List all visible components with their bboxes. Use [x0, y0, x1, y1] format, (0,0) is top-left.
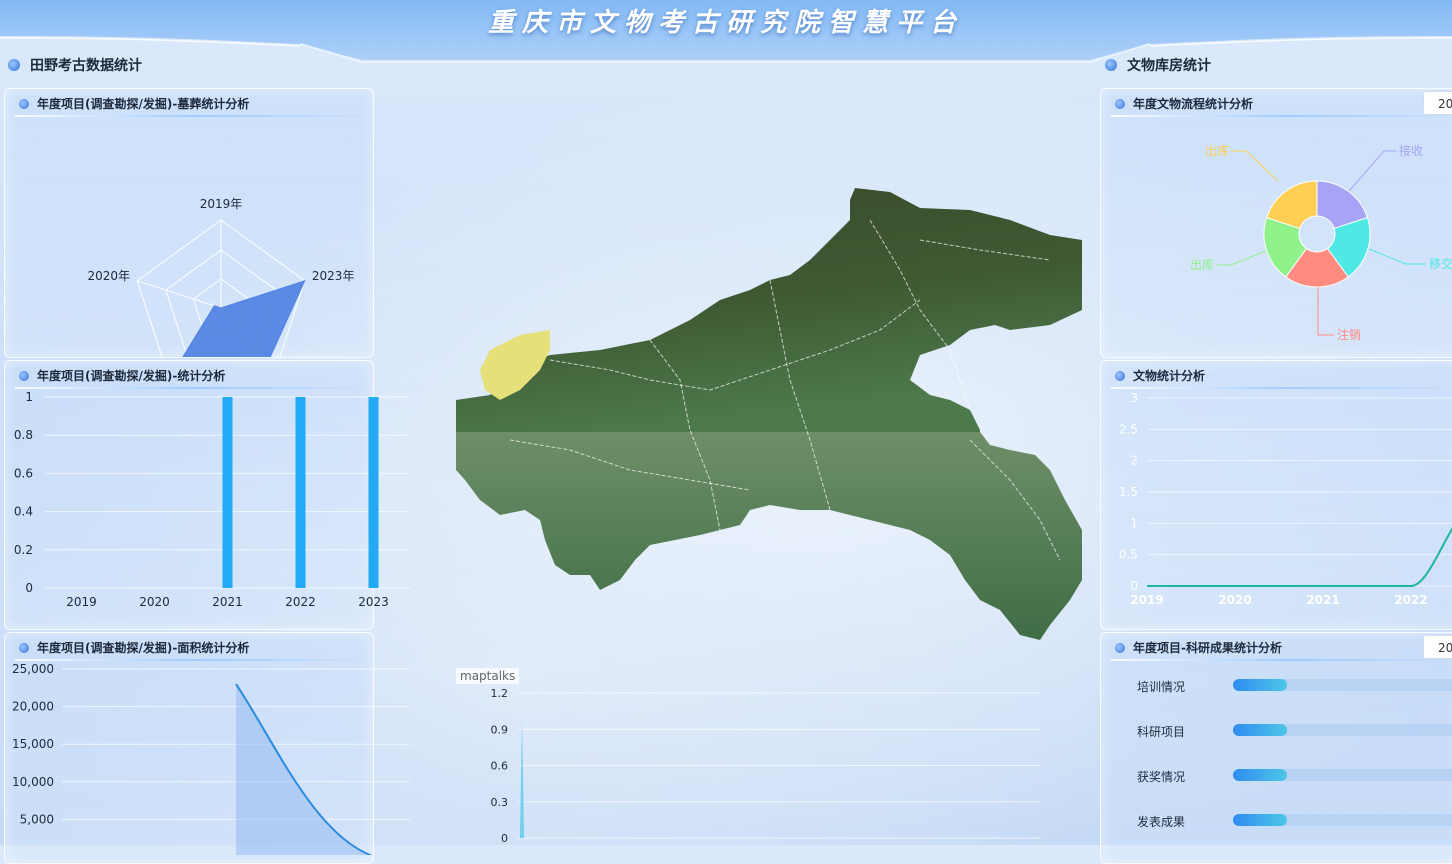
research-panel-title: 年度项目-科研成果统计分析: [1133, 641, 1282, 655]
right-section-title-text: 文物库房统计: [1127, 58, 1211, 74]
research-fill: [1233, 679, 1287, 691]
bar-x-tick: 2021: [212, 595, 243, 609]
bar-x-tick: 2020: [139, 595, 170, 609]
pie-panel: 年度文物流程统计分析 2022 接收移交注销出库出库: [1100, 88, 1452, 358]
radar-series-area: [182, 279, 306, 357]
chongqing-map[interactable]: [450, 180, 1090, 650]
bottom-y-tick: 0.3: [491, 796, 509, 809]
pie-label: 接收: [1399, 143, 1423, 158]
radar-panel: 年度项目(调查勘探/发掘)-墓葬统计分析 2019年2023年2022年2021…: [4, 88, 374, 358]
line-x-tick: 2021: [1306, 593, 1339, 607]
pie-label: 出库: [1190, 257, 1214, 272]
pie-chart: 接收移交注销出库出库: [1190, 143, 1452, 342]
line-y-tick: 1.5: [1119, 485, 1138, 499]
left-section-title-text: 田野考古数据统计: [30, 58, 142, 74]
area-y-tick: 15,000: [12, 737, 54, 751]
research-fill: [1233, 814, 1287, 826]
area-panel-title: 年度项目(调查勘探/发掘)-面积统计分析: [37, 641, 250, 655]
pie-label: 出库: [1205, 143, 1229, 158]
area-y-tick: 25,000: [12, 662, 54, 676]
line-x-tick: 2020: [1218, 593, 1251, 607]
pie-label-line: [1216, 250, 1267, 266]
bar-y-tick: 0.4: [14, 505, 33, 519]
research-row: 科研项目: [1137, 723, 1452, 740]
research-label: 培训情况: [1137, 680, 1186, 694]
area-panel-header: 年度项目(调查勘探/发掘)-面积统计分析: [19, 639, 249, 656]
bullet-icon: [1105, 59, 1117, 71]
radar-indicator-label: 2020年: [88, 269, 131, 283]
radar-indicator-label: 2023年: [312, 269, 355, 283]
research-track: [1233, 769, 1452, 781]
research-label: 科研项目: [1137, 725, 1186, 739]
line-x-tick: 2019: [1130, 593, 1163, 607]
pie-label: 注销: [1337, 327, 1361, 342]
map-south: [456, 432, 1082, 640]
bottom-y-tick: 1.2: [491, 687, 509, 700]
bar-x-tick: 2023: [358, 595, 389, 609]
line-y-tick: 2.5: [1119, 422, 1138, 436]
line-y-tick: 0: [1130, 579, 1138, 593]
bar: [368, 397, 379, 588]
header: 重庆市文物考古研究院智慧平台: [0, 0, 1452, 70]
research-panel: 年度项目-科研成果统计分析 2023 培训情况 科研项目 获奖情况 发表成果: [1100, 632, 1452, 864]
line-y-tick: 1: [1130, 516, 1138, 530]
page-title: 重庆市文物考古研究院智慧平台: [487, 8, 964, 38]
map-attribution[interactable]: maptalks: [456, 668, 520, 684]
line-y-tick: 2: [1130, 454, 1138, 468]
left-section-title: 田野考古数据统计: [8, 55, 142, 75]
bottom-y-tick: 0.9: [491, 723, 509, 736]
line-chart: 0 0.5 1 1.5 2 2.5 3 2019 2020 2021 2022: [1119, 391, 1452, 607]
bar-y-tick: 0.2: [14, 543, 33, 557]
research-track: [1233, 724, 1452, 736]
bullet-icon: [8, 59, 20, 71]
line-panel: 文物统计分析 0 0.5 1 1.5 2 2.5 3 2019 2020 2021 2022: [1100, 360, 1452, 630]
area-y-tick: 10,000: [12, 775, 54, 789]
bullet-icon: [19, 642, 29, 653]
research-panel-header: 年度项目-科研成果统计分析: [1115, 639, 1282, 656]
bar-y-tick: 0: [25, 581, 33, 595]
research-fill: [1233, 769, 1287, 781]
research-track: [1233, 679, 1452, 691]
bar: [295, 397, 306, 588]
bottom-spike: [520, 717, 524, 838]
pie-label-line: [1348, 150, 1397, 192]
area-fill: [236, 684, 371, 855]
right-section-title: 文物库房统计: [1105, 55, 1211, 75]
header-divider: [1111, 659, 1452, 661]
radar-indicator-label: 2019年: [200, 197, 243, 211]
research-label: 获奖情况: [1137, 770, 1186, 784]
pie-label: 移交: [1429, 256, 1452, 271]
area-chart: 5,000 10,000 15,000 20,000 25,000: [12, 662, 410, 855]
area-y-tick: 20,000: [12, 700, 54, 714]
research-row: 培训情况: [1137, 678, 1452, 695]
bar: [222, 397, 233, 588]
pie-label-line: [1368, 248, 1426, 265]
line-y-tick: 3: [1130, 391, 1138, 405]
bar-chart: 0 0.2 0.4 0.6 0.8 1 2019 2020 2021 2022 2023: [14, 390, 410, 609]
line-y-tick: 0.5: [1119, 548, 1138, 562]
research-label: 发表成果: [1137, 815, 1186, 829]
bar-x-tick: 2019: [66, 595, 97, 609]
bullet-icon: [19, 370, 29, 381]
pie-label-line: [1317, 287, 1334, 336]
research-fill: [1233, 724, 1287, 736]
bottom-y-tick: 0: [501, 832, 508, 845]
bottom-y-tick: 0.6: [491, 760, 509, 773]
research-row: 获奖情况: [1137, 768, 1452, 785]
bar-y-tick: 1: [25, 390, 33, 404]
bar-x-tick: 2022: [285, 595, 316, 609]
map-north: [456, 188, 1082, 432]
bullet-icon: [1115, 642, 1125, 653]
bottom-chart: 0 0.3 0.6 0.9 1.2: [491, 687, 1040, 845]
line-x-tick: 2022: [1394, 593, 1427, 607]
pie-label-line: [1231, 150, 1279, 182]
research-row: 发表成果: [1137, 813, 1452, 830]
area-y-tick: 5,000: [20, 812, 54, 826]
research-track: [1233, 814, 1452, 826]
bar-y-tick: 0.8: [14, 428, 33, 442]
radar-chart: 2019年2023年2022年2021年2020年: [88, 197, 355, 357]
radar-axis: [137, 280, 222, 309]
bar-y-tick: 0.6: [14, 466, 33, 480]
research-year-select[interactable]: 2023: [1423, 635, 1452, 659]
